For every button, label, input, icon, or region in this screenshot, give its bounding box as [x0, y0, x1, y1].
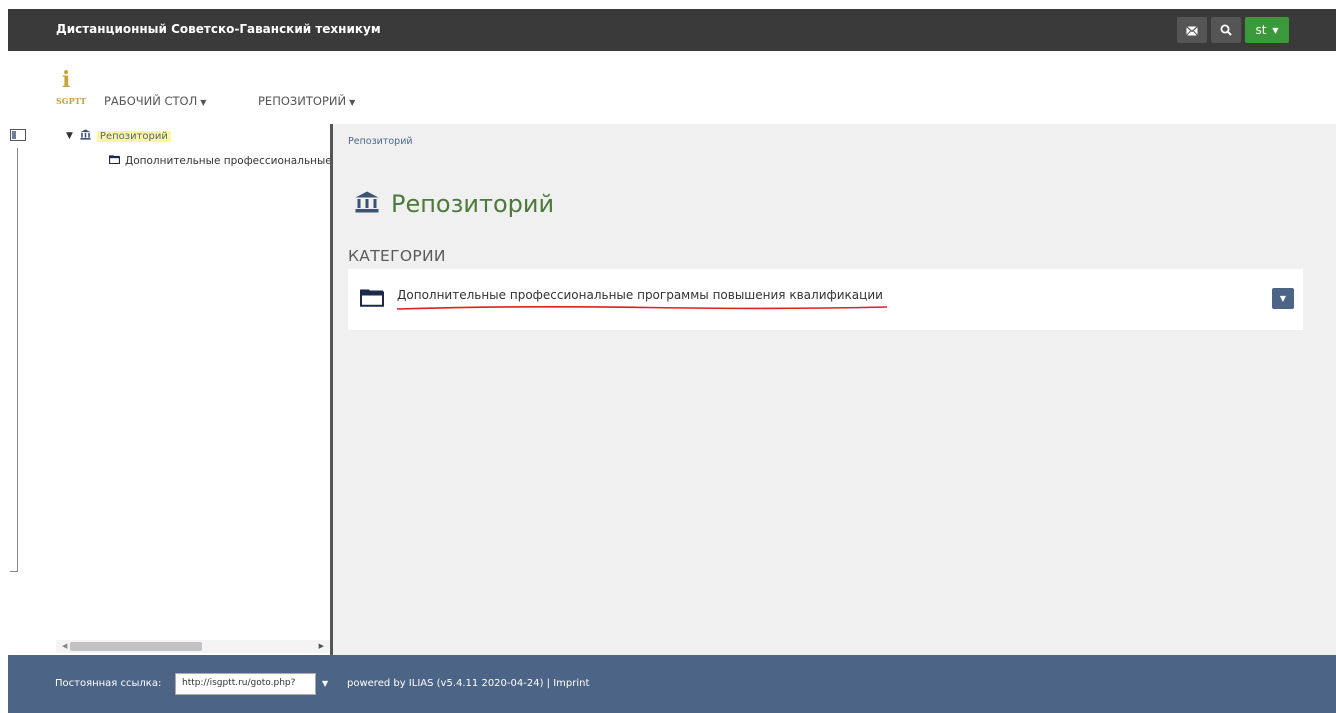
permalink-input[interactable]: http://isgptt.ru/goto.php?	[175, 673, 316, 695]
page-title: Репозиторий	[391, 190, 555, 218]
chevron-down-icon: ▼	[1279, 294, 1287, 303]
tree-root-label[interactable]: Репозиторий	[96, 130, 171, 142]
mail-button[interactable]	[1177, 17, 1207, 43]
user-initials: st	[1255, 23, 1267, 37]
page-header: Репозиторий	[355, 190, 554, 218]
user-menu-button[interactable]: st ▼	[1245, 17, 1289, 43]
top-bar: Дистанционный Советско-Гаванский технику…	[8, 9, 1336, 51]
chevron-down-icon: ▼	[200, 98, 207, 107]
repository-icon	[80, 129, 91, 143]
scrollbar-thumb[interactable]	[70, 642, 202, 651]
logo[interactable]: i SGPTT	[56, 67, 86, 107]
footer: Постоянная ссылка: http://isgptt.ru/goto…	[8, 655, 1336, 713]
folder-icon	[108, 155, 121, 167]
search-button[interactable]	[1211, 17, 1241, 43]
logo-letter: i	[62, 67, 71, 93]
tree-child-item[interactable]: Дополнительные профессиональные программ…	[108, 155, 330, 167]
red-underline-annotation	[396, 305, 888, 310]
tree-toggle-icon[interactable]	[10, 129, 26, 141]
nav-repository-label: РЕПОЗИТОРИЙ	[258, 94, 347, 108]
category-list-item: Дополнительные профессиональные программ…	[348, 269, 1303, 330]
chevron-down-icon: ▼	[1272, 25, 1279, 35]
scroll-left-icon[interactable]: ◀	[62, 642, 67, 650]
tree-child-label: Дополнительные профессиональные программ…	[125, 155, 330, 167]
site-title[interactable]: Дистанционный Советско-Гаванский технику…	[56, 22, 381, 36]
category-link[interactable]: Дополнительные профессиональные программ…	[397, 288, 883, 302]
nav-desktop-label: РАБОЧИЙ СТОЛ	[104, 94, 198, 108]
actions-dropdown-button[interactable]: ▼	[1272, 288, 1294, 309]
powered-by-text[interactable]: powered by ILIAS (v5.4.11 2020-04-24) | …	[347, 678, 589, 689]
mail-icon	[1186, 21, 1198, 40]
chevron-down-icon[interactable]: ▼	[322, 679, 328, 688]
repository-icon	[355, 191, 379, 217]
breadcrumb[interactable]: Репозиторий	[348, 136, 413, 147]
horizontal-scrollbar[interactable]: ◀ ▶	[56, 640, 330, 653]
tree-root-item[interactable]: ▼ Репозиторий	[66, 129, 171, 143]
folder-icon	[360, 289, 384, 311]
panel-edge	[10, 148, 18, 572]
main-content: Репозиторий Репозиторий КАТЕГОРИИ Дополн…	[333, 124, 1336, 655]
scroll-right-icon[interactable]: ▶	[319, 642, 324, 650]
search-icon	[1220, 21, 1232, 40]
chevron-down-icon: ▼	[349, 98, 356, 107]
section-title: КАТЕГОРИИ	[348, 247, 446, 265]
nav-desktop[interactable]: РАБОЧИЙ СТОЛ ▼	[104, 94, 206, 108]
logo-text: SGPTT	[56, 96, 87, 106]
tree-panel: ▼ Репозиторий Дополнительные профессиона…	[56, 124, 330, 655]
nav-repository[interactable]: РЕПОЗИТОРИЙ ▼	[258, 94, 355, 108]
expand-arrow-icon[interactable]: ▼	[66, 131, 73, 141]
permalink-label: Постоянная ссылка:	[55, 678, 162, 689]
